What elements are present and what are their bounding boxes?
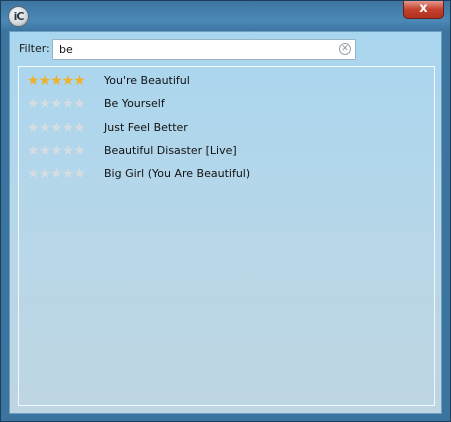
app-logo-icon[interactable]: iC [8,6,29,27]
star-icon[interactable]: ★ [73,96,86,112]
close-button[interactable]: x [403,1,444,19]
list-item[interactable]: ★★★★★ Beautiful Disaster [Live] [27,141,427,161]
star-icon[interactable]: ★ [27,143,40,159]
star-icon[interactable]: ★ [73,120,86,136]
star-icon[interactable]: ★ [50,166,63,182]
list-item[interactable]: ★★★★★ Big Girl (You Are Beautiful) [27,164,427,184]
star-icon[interactable]: ★ [27,166,40,182]
app-window: iC x Filter: be ✕ ★★★★★ You're Beautiful ★… [0,0,451,422]
star-icon[interactable]: ★ [62,143,75,159]
star-icon[interactable]: ★ [39,166,52,182]
title-bar[interactable]: iC x [1,1,450,29]
results-list[interactable]: ★★★★★ You're Beautiful ★★★★★ Be Yourself ★★★… [18,66,435,406]
star-icon[interactable]: ★ [39,143,52,159]
star-rating[interactable]: ★★★★★ [27,141,86,161]
star-icon[interactable]: ★ [50,120,63,136]
star-rating[interactable]: ★★★★★ [27,71,86,91]
star-icon[interactable]: ★ [39,96,52,112]
star-icon[interactable]: ★ [50,73,63,89]
star-rating[interactable]: ★★★★★ [27,164,86,184]
filter-input-value: be [59,43,73,56]
star-icon[interactable]: ★ [39,73,52,89]
star-icon[interactable]: ★ [50,143,63,159]
star-icon[interactable]: ★ [62,120,75,136]
star-icon[interactable]: ★ [27,96,40,112]
filter-input[interactable]: be ✕ [52,39,356,60]
star-icon[interactable]: ★ [39,120,52,136]
star-icon[interactable]: ★ [62,73,75,89]
star-icon[interactable]: ★ [73,73,86,89]
star-rating[interactable]: ★★★★★ [27,118,86,138]
star-icon[interactable]: ★ [50,96,63,112]
star-icon[interactable]: ★ [73,166,86,182]
list-item[interactable]: ★★★★★ Be Yourself [27,94,427,114]
song-title: Big Girl (You Are Beautiful) [104,167,251,181]
song-title: Beautiful Disaster [Live] [104,143,237,157]
star-icon[interactable]: ★ [27,120,40,136]
list-item[interactable]: ★★★★★ Just Feel Better [27,118,427,138]
song-title: Be Yourself [104,97,165,111]
star-icon[interactable]: ★ [27,73,40,89]
filter-label: Filter: [19,42,50,55]
song-title: You're Beautiful [104,74,190,87]
star-icon[interactable]: ★ [62,166,75,182]
list-item[interactable]: ★★★★★ You're Beautiful [27,71,427,91]
star-rating[interactable]: ★★★★★ [27,94,86,114]
song-title: Just Feel Better [104,120,188,134]
star-icon[interactable]: ★ [73,143,86,159]
star-icon[interactable]: ★ [62,96,75,112]
clear-filter-icon[interactable]: ✕ [339,43,351,55]
client-area: Filter: be ✕ ★★★★★ You're Beautiful ★★★★★ B… [9,31,442,414]
